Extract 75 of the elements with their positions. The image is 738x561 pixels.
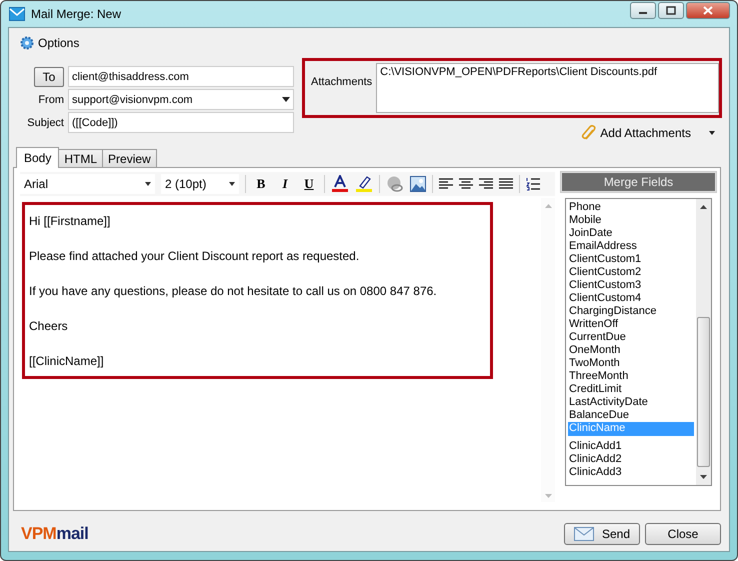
message-editor[interactable]: Hi [[Firstname]] Please find attached your Client Discount report as requested. If you have any questions, please do not hesitate to call us on 0800 847 876. Cheers [[ClinicName]] (20, 198, 555, 502)
subject-label: Subject (27, 116, 64, 128)
close-button[interactable] (686, 2, 730, 19)
merge-field-item[interactable]: CurrentDue (568, 331, 694, 344)
scroll-up-icon (544, 204, 552, 208)
merge-field-item[interactable]: ThreeMonth (568, 370, 694, 383)
minimize-button[interactable] (630, 2, 656, 19)
align-right-icon[interactable] (479, 178, 493, 190)
font-dropdown[interactable]: Arial (20, 174, 155, 194)
font-size-dropdown[interactable]: 2 (10pt) (161, 174, 239, 194)
merge-field-item[interactable]: WrittenOff (568, 318, 694, 331)
image-icon[interactable] (410, 176, 426, 192)
gear-icon (20, 36, 34, 50)
merge-field-item[interactable]: Phone (568, 201, 694, 214)
dropdown-arrow-icon (229, 182, 235, 186)
body-paragraph: Hi [[Firstname]] (29, 213, 112, 230)
tab[interactable]: Body (16, 147, 60, 168)
attachments-label: Attachments (311, 75, 372, 90)
font-color-icon[interactable] (331, 175, 349, 193)
body-paragraph: [[ClinicName]] (29, 353, 105, 370)
dropdown-arrow-icon (145, 182, 151, 186)
close-icon (703, 6, 713, 15)
tab[interactable]: HTML (58, 149, 104, 167)
dropdown-arrow-icon[interactable] (709, 131, 715, 135)
window-title: Mail Merge: New (31, 7, 122, 21)
tab[interactable]: Preview (102, 149, 157, 167)
logo: VPMmail (21, 524, 88, 544)
merge-field-item[interactable]: ClinicAdd3 (568, 466, 694, 479)
to-button[interactable]: To (34, 66, 64, 86)
merge-field-item[interactable]: Mobile (568, 214, 694, 227)
scroll-down-icon (700, 475, 707, 479)
merge-field-item[interactable]: BalanceDue (568, 409, 694, 422)
paperclip-icon (581, 125, 598, 141)
merge-fields-header: Merge Fields (561, 172, 716, 192)
merge-field-item[interactable]: ChargingDistance (568, 305, 694, 318)
envelope-icon (9, 7, 25, 21)
align-left-icon[interactable] (439, 178, 453, 190)
merge-field-item[interactable]: LastActivityDate (568, 396, 694, 409)
merge-field-item[interactable]: ClinicAdd2 (568, 453, 694, 466)
align-center-icon[interactable] (459, 178, 473, 190)
from-label: From (38, 94, 64, 106)
merge-field-item[interactable]: ClinicAdd1 (568, 440, 694, 453)
merge-field-item[interactable]: ClientCustom2 (568, 266, 694, 279)
justify-icon[interactable] (499, 178, 513, 190)
envelope-icon (574, 527, 594, 541)
scroll-up-icon (700, 205, 707, 209)
scroll-down-icon (544, 494, 552, 498)
body-paragraph: If you have any questions, please do not hesitate to call us on 0800 847 876. (29, 283, 438, 300)
close-dialog-button[interactable]: Close (645, 523, 721, 545)
subject-field[interactable]: ([[Code]]) (68, 112, 294, 133)
send-button[interactable]: Send (564, 523, 640, 545)
from-dropdown[interactable]: support@visionvpm.com (68, 89, 294, 110)
merge-field-item[interactable]: ClientCustom4 (568, 292, 694, 305)
merge-field-item[interactable]: EmailAddress (568, 240, 694, 253)
italic-button[interactable]: I (276, 176, 294, 192)
link-icon[interactable] (386, 175, 404, 193)
bold-button[interactable]: B (252, 176, 270, 192)
body-paragraph: Cheers (29, 318, 69, 335)
add-attachments-button[interactable]: Add Attachments (581, 125, 691, 141)
to-field[interactable]: client@thisaddress.com (68, 66, 294, 87)
underline-button[interactable]: U (300, 176, 318, 192)
merge-field-item[interactable]: CreditLimit (568, 383, 694, 396)
dropdown-arrow-icon (282, 97, 290, 102)
merge-field-item[interactable]: TwoMonth (568, 357, 694, 370)
merge-field-item[interactable]: OneMonth (568, 344, 694, 357)
options-menu[interactable]: Options (38, 36, 80, 50)
maximize-icon (666, 6, 676, 15)
merge-field-item[interactable]: JoinDate (568, 227, 694, 240)
highlighter-icon[interactable] (355, 175, 373, 193)
attachments-field[interactable]: C:\VISIONVPM_OPEN\PDFReports\Client Discounts.pdf (376, 63, 719, 113)
body-paragraph: Please find attached your Client Discount report as requested. (29, 248, 360, 265)
numbered-list-icon[interactable] (526, 177, 540, 191)
maximize-button[interactable] (658, 2, 684, 19)
merge-field-item[interactable]: ClientCustom3 (568, 279, 694, 292)
merge-field-item[interactable]: ClientCustom1 (568, 253, 694, 266)
